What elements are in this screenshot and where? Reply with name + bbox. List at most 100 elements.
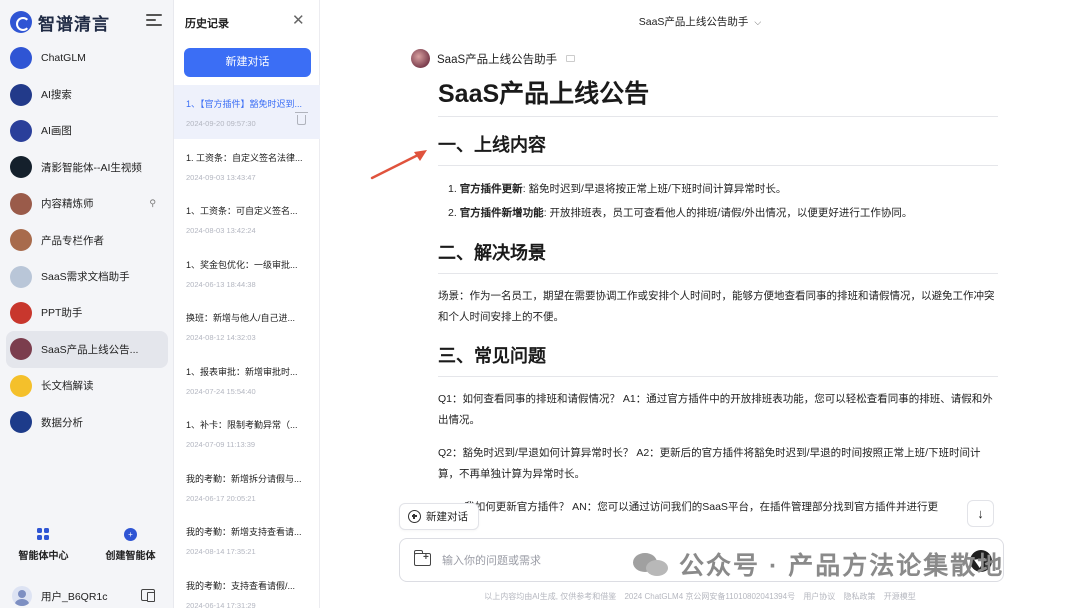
close-icon[interactable]: ✕ <box>292 11 305 29</box>
sidebar-nav: ChatGLM AI搜索 AI画图清影智能体--AI生视频 内容精炼师 ⚲ 产品专栏作者 S… <box>0 40 174 440</box>
history-item-title: 换班：新增与他人/自己进... <box>186 313 296 323</box>
history-item[interactable]: 1、奖金包优化：一级审批... 2024-06-13 18:44:38 <box>174 246 320 300</box>
sidebar-item-label: 清影智能体--AI生视频 <box>41 161 142 174</box>
history-item-title: 我的考勤：支持查看请假/... <box>186 580 296 591</box>
agent-center-label: 智能体中心 <box>18 551 69 562</box>
sidebar-item[interactable]: 产品专栏作者 <box>0 222 174 258</box>
user-profile[interactable]: 用户_B6QR1c <box>0 585 174 607</box>
sidebar-item[interactable]: AI搜索 <box>0 76 174 112</box>
create-agent-button[interactable]: + 创建智能体 <box>87 528 174 568</box>
history-item-date: 2024-06-17 20:05:21 <box>186 493 256 503</box>
history-item-date: 2024-08-12 14:32:03 <box>186 333 256 342</box>
history-item[interactable]: 1、报表审批：新增审批时... 2024-07-24 15:54:40 <box>174 353 320 407</box>
send-button[interactable] <box>970 550 992 572</box>
history-item-date: 2024-06-14 17:31:29 <box>186 600 256 608</box>
sidebar-item[interactable]: SaaS需求文档助手 <box>0 258 174 294</box>
product-author-icon <box>10 229 32 252</box>
brand-logo-icon <box>10 11 32 33</box>
history-item-title: 我的考勤：新增支持查看请... <box>186 527 302 537</box>
sidebar-item[interactable]: 数据分析 <box>0 404 174 440</box>
user-avatar <box>12 586 32 606</box>
doc-title: SaaS产品上线公告 <box>438 80 650 108</box>
create-agent-label: 创建智能体 <box>105 551 156 562</box>
history-item-title: 1. 工资条：自定义签名法律... <box>186 152 303 163</box>
new-conversation-button[interactable]: 新建对话 <box>399 503 479 530</box>
upload-file-icon[interactable] <box>413 550 431 566</box>
conversation-title[interactable]: SaaS产品上线公告助手 ⌵ <box>320 14 1080 29</box>
faq-q2: Q2：豁免时迟到/早退如何计算异常时长？ A2：更新后的官方插件将豁免时迟到/早… <box>438 447 981 480</box>
history-item-title: 1、工资条：可自定义签名... <box>186 206 298 216</box>
collapse-sidebar-icon[interactable] <box>146 14 162 28</box>
footer: 以上内容均由AI生成, 仅供参考和借鉴 2024 ChatGLM4 京公网安备1… <box>320 591 1080 602</box>
footer-icp[interactable]: 2024 ChatGLM4 京公网安备11010802041394号 <box>624 592 795 601</box>
history-item-title: 1、补卡：限制考勤异常（... <box>186 420 298 430</box>
sidebar-item[interactable]: PPT助手 <box>0 295 174 331</box>
history-item-date: 2024-08-14 17:35:21 <box>186 547 256 556</box>
bottom-tools: 智能体中心 + 创建智能体 <box>0 528 174 568</box>
sidebar-item-label: SaaS需求文档助手 <box>41 271 130 284</box>
add-chat-icon <box>408 510 421 523</box>
app-window: 智谱清言 ChatGLM AI搜索 AI画图清影智能体--AI生视频 内容精炼师 ⚲ 产品… <box>0 0 1080 608</box>
sidebar-item-label: 产品专栏作者 <box>41 234 104 247</box>
device-switch-icon[interactable] <box>141 589 155 602</box>
history-item[interactable]: 我的考勤：支持查看请假/... 2024-06-14 17:31:29 <box>174 567 320 608</box>
chevron-down-icon: ⌵ <box>754 17 762 27</box>
sidebar-item[interactable]: SaaS产品上线公告... <box>6 331 168 368</box>
new-conversation-label: 新建对话 <box>426 511 468 523</box>
history-item[interactable]: 我的考勤：新增拆分请假与... 2024-06-17 20:05:21 <box>174 460 320 514</box>
sidebar-item-label: 数据分析 <box>41 416 83 429</box>
brand-name: 智谱清言 <box>38 14 110 34</box>
ppt-icon <box>10 301 32 324</box>
chat-main: SaaS产品上线公告助手 ⌵ SaaS产品上线公告助手 SaaS产品上线公告 一、… <box>320 0 1080 608</box>
new-chat-button[interactable]: 新建对话 <box>184 48 311 77</box>
history-item[interactable]: 我的考勤：新增支持查看请... 2024-08-14 17:35:21 <box>174 513 320 567</box>
sidebar-item[interactable]: 清影智能体--AI生视频 <box>0 149 174 185</box>
history-item-date: 2024-07-09 11:13:39 <box>186 440 256 449</box>
section-heading-scenario: 二、解决场景 <box>438 243 546 263</box>
divider <box>438 376 998 377</box>
footer-notice: 以上内容均由AI生成, 仅供参考和借鉴 <box>484 592 617 601</box>
list-item: 1. 官方插件更新: 豁免时迟到/早退将按正常上班/下班时间计算异常时长。 <box>448 183 787 195</box>
long-doc-icon <box>10 374 32 397</box>
history-item[interactable]: 1、工资条：可自定义签名... 2024-08-03 13:42:24 <box>174 192 320 246</box>
trash-icon[interactable] <box>295 112 308 125</box>
scenario-paragraph: 场景：作为一名员工，期望在需要协调工作或安排个人时间时，能够方便地查看同事的排班… <box>438 290 995 323</box>
footer-opensource-link[interactable]: 开源模型 <box>884 592 916 601</box>
history-item[interactable]: 1、补卡：限制考勤异常（... 2024-07-09 11:13:39 <box>174 406 320 460</box>
sidebar-item-label: PPT助手 <box>41 307 83 320</box>
history-panel: 历史记录 ✕ 新建对话 1、【官方插件】豁免时迟到... 2024-09-20 0… <box>174 0 320 608</box>
agent-avatar <box>411 49 430 68</box>
history-item-title: 我的考勤：新增拆分请假与... <box>186 473 302 484</box>
history-item-title: 1、【官方插件】豁免时迟到... <box>186 99 303 109</box>
sidebar-item-label: AI画图 <box>41 125 72 138</box>
chatglm-icon <box>10 47 32 70</box>
sidebar-item[interactable]: 长文档解读 <box>0 368 174 404</box>
divider <box>438 165 998 166</box>
sidebar-item-label: SaaS产品上线公告... <box>41 343 139 356</box>
agent-header: SaaS产品上线公告助手 <box>411 49 576 68</box>
agent-center-button[interactable]: 智能体中心 <box>0 528 87 568</box>
history-item[interactable]: 换班：新增与他人/自己进... 2024-08-12 14:32:03 <box>174 299 320 353</box>
history-title: 历史记录 <box>185 18 229 30</box>
saas-doc-icon <box>10 265 32 288</box>
sidebar-item-label: ChatGLM <box>41 52 86 65</box>
agent-name: SaaS产品上线公告助手 <box>437 53 558 66</box>
history-list: 1、【官方插件】豁免时迟到... 2024-09-20 09:57:30 1. 工资… <box>174 85 320 608</box>
divider <box>438 273 998 274</box>
sidebar-item[interactable]: ChatGLM <box>0 40 174 76</box>
chat-input[interactable] <box>442 550 922 572</box>
history-item[interactable]: 1、【官方插件】豁免时迟到... 2024-09-20 09:57:30 <box>174 85 320 139</box>
history-item[interactable]: 1. 工资条：自定义签名法律... 2024-09-03 13:43:47 <box>174 139 320 193</box>
sidebar-item[interactable]: AI画图 <box>0 113 174 149</box>
pin-icon[interactable]: ⚲ <box>149 198 156 209</box>
history-item-date: 2024-09-20 09:57:30 <box>186 119 256 128</box>
conversation-title-text: SaaS产品上线公告助手 <box>638 16 749 28</box>
footer-privacy-link[interactable]: 隐私政策 <box>844 592 876 601</box>
history-item-date: 2024-08-03 13:42:24 <box>186 226 256 235</box>
sidebar-item[interactable]: 内容精炼师 ⚲ <box>0 186 174 222</box>
sidebar-item-label: 内容精炼师 <box>41 198 94 211</box>
footer-agreement-link[interactable]: 用户协议 <box>803 592 835 601</box>
brand[interactable]: 智谱清言 <box>10 10 110 34</box>
history-item-title: 1、奖金包优化：一级审批... <box>186 259 298 270</box>
scroll-down-button[interactable]: ↓ <box>967 500 994 527</box>
